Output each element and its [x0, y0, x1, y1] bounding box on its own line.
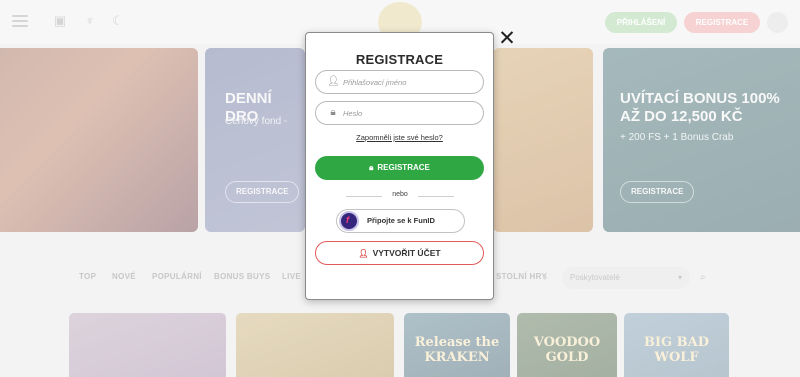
or-text: nebo — [392, 191, 408, 198]
username-field[interactable]: 👤︎ — [315, 70, 484, 94]
user-icon: 👤︎ — [358, 249, 369, 258]
create-account-label: VYTVOŘIT ÚČET — [372, 248, 441, 258]
funid-button-label: Připojte se k FunID — [367, 216, 435, 225]
funid-logo-icon: f — [339, 211, 359, 231]
user-icon: 👤︎ — [327, 76, 340, 87]
or-divider: nebo — [346, 191, 454, 201]
forgot-password-link[interactable]: Zapomněli jste své heslo? — [306, 133, 493, 142]
lock-icon: 🔒︎ — [369, 163, 374, 172]
password-input[interactable] — [343, 105, 477, 121]
username-input[interactable] — [343, 74, 477, 90]
registration-modal: REGISTRACE 👤︎ 🔒︎ Zapomněli jste své hesl… — [305, 32, 494, 300]
close-icon[interactable]: ✕ — [496, 27, 518, 49]
register-button-label: REGISTRACE — [377, 163, 430, 172]
funid-button[interactable]: f Připojte se k FunID — [336, 209, 465, 233]
password-field[interactable]: 🔒︎ — [315, 101, 484, 125]
register-button[interactable]: 🔒︎ REGISTRACE — [315, 156, 484, 180]
lock-icon: 🔒︎ — [330, 107, 336, 118]
modal-title: REGISTRACE — [355, 52, 444, 67]
create-account-button[interactable]: 👤︎ VYTVOŘIT ÚČET — [315, 241, 484, 265]
